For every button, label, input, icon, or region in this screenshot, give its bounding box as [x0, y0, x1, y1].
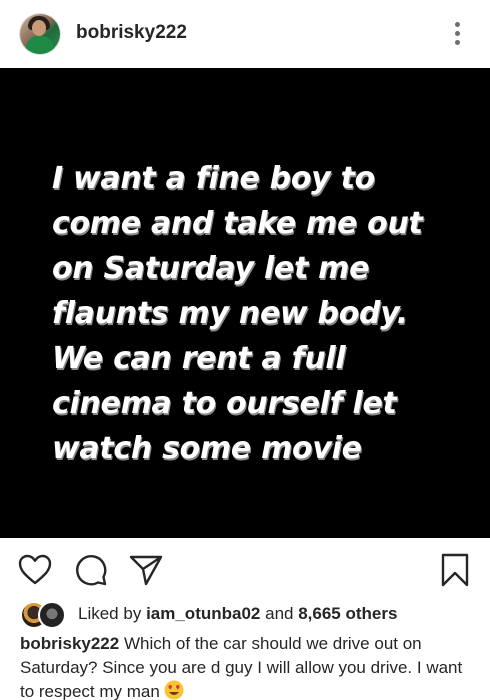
likes-row: Liked by iam_otunba02 and 8,665 others [20, 601, 480, 629]
action-bar [0, 538, 490, 600]
likes-others-link[interactable]: 8,665 others [298, 604, 397, 623]
likes-text: Liked by iam_otunba02 and 8,665 others [78, 604, 397, 624]
heart-icon[interactable] [17, 552, 53, 588]
bookmark-icon[interactable] [437, 552, 473, 588]
image-text: I want a fine boy to come and take me ou… [52, 161, 423, 466]
more-vertical-icon[interactable] [448, 20, 466, 48]
heart-eyes-emoji-icon [164, 680, 184, 700]
likes-conjunction: and [265, 604, 294, 623]
avatar-face [32, 20, 46, 36]
send-icon[interactable] [128, 552, 164, 588]
likes-user-link[interactable]: iam_otunba02 [146, 604, 260, 623]
post-header: bobrisky222 [0, 0, 490, 68]
caption-username[interactable]: bobrisky222 [20, 634, 119, 653]
post-image[interactable]: I want a fine boy to come and take me ou… [0, 68, 490, 538]
comment-icon[interactable] [73, 552, 109, 588]
instagram-post: bobrisky222 I want a fine boy to come an… [0, 0, 490, 700]
avatar-dress [26, 36, 54, 54]
post-username[interactable]: bobrisky222 [76, 22, 187, 44]
profile-avatar[interactable] [20, 14, 60, 54]
post-caption: bobrisky222 Which of the car should we d… [20, 632, 472, 700]
likes-prefix: Liked by [78, 604, 142, 623]
liker-avatar[interactable] [38, 601, 66, 629]
